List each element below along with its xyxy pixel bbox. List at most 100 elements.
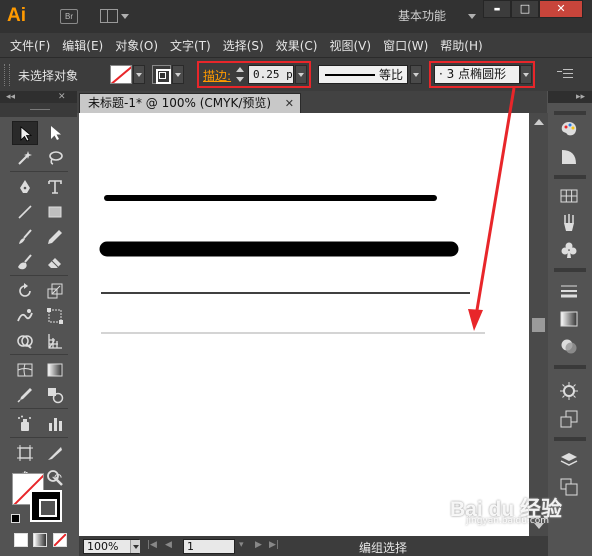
pen-tool[interactable] (12, 175, 38, 199)
close-icon: ✕ (58, 92, 66, 102)
profile-dropdown-button[interactable] (410, 65, 422, 84)
stroke-dropdown-button[interactable] (172, 65, 184, 84)
direct-selection-tool[interactable] (42, 121, 68, 145)
appearance-panel-icon[interactable] (559, 381, 579, 401)
menu-view[interactable]: 视图(V) (329, 37, 371, 54)
eyedropper-tool[interactable] (12, 383, 38, 407)
menu-window[interactable]: 窗口(W) (383, 37, 428, 54)
close-icon[interactable]: ✕ (285, 94, 294, 113)
previous-artboard-icon[interactable]: ◀ (165, 540, 172, 550)
shape-builder-tool[interactable] (12, 329, 38, 353)
menu-type[interactable]: 文字(T) (170, 37, 211, 54)
layers-stack-icon (560, 453, 578, 466)
artboard-dropdown-icon[interactable]: ▾ (239, 540, 244, 550)
swap-fill-stroke-icon[interactable]: ↶ (52, 471, 62, 485)
swatches-panel-icon[interactable] (559, 186, 579, 206)
grip-handle[interactable] (4, 64, 10, 86)
zoom-level-select[interactable]: 100% (83, 539, 140, 554)
artboard-tool[interactable] (12, 441, 38, 465)
layers-panel-icon[interactable] (559, 450, 579, 470)
line-segment-tool[interactable] (12, 200, 38, 224)
panel-menu-icon[interactable] (557, 67, 573, 81)
dock-collapse-strip[interactable]: ▸▸ (548, 91, 592, 103)
symbols-panel-icon[interactable] (559, 240, 579, 260)
artboard-number-input[interactable]: 1 (183, 539, 235, 554)
eraser-tool[interactable] (42, 250, 68, 274)
tools-collapse-strip[interactable]: ◂◂ ✕ (0, 91, 77, 103)
fill-color-swatch[interactable] (110, 65, 132, 84)
column-graph-tool[interactable] (42, 412, 68, 436)
stroke-swatch-large[interactable] (30, 490, 62, 522)
mesh-tool[interactable] (12, 358, 38, 382)
pencil-tool[interactable] (42, 225, 68, 249)
fill-dropdown-button[interactable] (133, 65, 145, 84)
stroke-panel-icon[interactable] (559, 281, 579, 301)
brush-dropdown-button[interactable] (520, 65, 532, 84)
stroke-weight-dropdown[interactable] (295, 65, 307, 84)
graphic-styles-panel-icon[interactable] (559, 409, 579, 429)
last-artboard-icon[interactable]: ▶| (269, 540, 279, 550)
color-mode-button[interactable] (14, 533, 28, 547)
menu-edit[interactable]: 编辑(E) (62, 37, 103, 54)
none-mode-button[interactable] (53, 533, 67, 547)
gradient-mode-button[interactable] (33, 533, 47, 547)
vertical-scrollbar[interactable] (529, 113, 548, 536)
rectangle-tool[interactable] (42, 200, 68, 224)
free-transform-tool[interactable] (42, 304, 68, 328)
app-logo: Ai (7, 5, 26, 26)
tools-panel-header[interactable] (0, 103, 77, 117)
menu-object[interactable]: 对象(O) (115, 37, 158, 54)
workspace-switcher[interactable]: 基本功能 (398, 6, 476, 26)
close-button[interactable]: ✕ (539, 0, 583, 18)
perspective-grid-tool[interactable] (42, 329, 68, 353)
menu-help[interactable]: 帮助(H) (440, 37, 482, 54)
blob-brush-tool[interactable] (12, 250, 38, 274)
artboard-canvas[interactable] (79, 113, 529, 536)
lasso-tool[interactable] (42, 146, 68, 170)
symbol-sprayer-tool[interactable] (12, 412, 38, 436)
rotate-icon (19, 283, 31, 297)
magic-wand-tool[interactable] (12, 146, 38, 170)
paintbrush-tool[interactable] (12, 225, 38, 249)
brushes-panel-icon[interactable] (559, 213, 579, 233)
warp-tool[interactable] (12, 304, 38, 328)
variable-width-profile-select[interactable]: 等比 (318, 65, 408, 84)
type-tool[interactable] (42, 175, 68, 199)
menu-effect[interactable]: 效果(C) (276, 37, 318, 54)
transparency-panel-icon[interactable] (559, 336, 579, 356)
next-artboard-icon[interactable]: ▶ (255, 540, 262, 550)
mesh-icon (17, 363, 33, 377)
stroke-panel-link[interactable]: 描边: (203, 67, 231, 84)
type-t-icon (48, 180, 62, 194)
stroke-color-swatch[interactable] (152, 65, 171, 84)
brush-definition-select[interactable]: · 3 点椭圆形 (434, 65, 520, 84)
default-fill-stroke-icon[interactable] (11, 514, 20, 523)
scroll-up-icon[interactable] (534, 119, 544, 125)
minimize-button[interactable]: ▬ (483, 0, 511, 18)
scroll-thumb[interactable] (532, 318, 545, 332)
expand-right-icon: ▸▸ (576, 92, 586, 102)
gradient-panel-icon[interactable] (559, 309, 579, 329)
brushes-icon (564, 214, 574, 231)
gradient-tool[interactable] (42, 358, 68, 382)
stroke-lines-icon (561, 285, 577, 298)
stroke-weight-input[interactable]: 0.25 p (248, 65, 294, 84)
color-panel-icon[interactable] (559, 119, 579, 139)
slice-tool[interactable] (42, 441, 68, 465)
scale-tool[interactable] (42, 279, 68, 303)
chevron-down-icon[interactable] (130, 540, 140, 553)
document-tab[interactable]: 未标题-1* @ 100% (CMYK/预览) ✕ (79, 93, 301, 113)
maximize-button[interactable]: □ (511, 0, 539, 18)
blend-tool[interactable] (42, 383, 68, 407)
arrange-documents-button[interactable] (100, 9, 130, 25)
eyedropper-icon (17, 388, 32, 403)
stroke-weight-stepper[interactable] (234, 65, 246, 85)
first-artboard-icon[interactable]: |◀ (147, 540, 157, 550)
paintbrush-icon (19, 229, 32, 244)
rotate-tool[interactable] (12, 279, 38, 303)
selection-tool[interactable] (12, 121, 38, 145)
menu-file[interactable]: 文件(F) (10, 37, 50, 54)
color-guide-panel-icon[interactable] (559, 147, 579, 167)
menu-select[interactable]: 选择(S) (223, 37, 264, 54)
bridge-button[interactable]: Br (60, 9, 78, 24)
